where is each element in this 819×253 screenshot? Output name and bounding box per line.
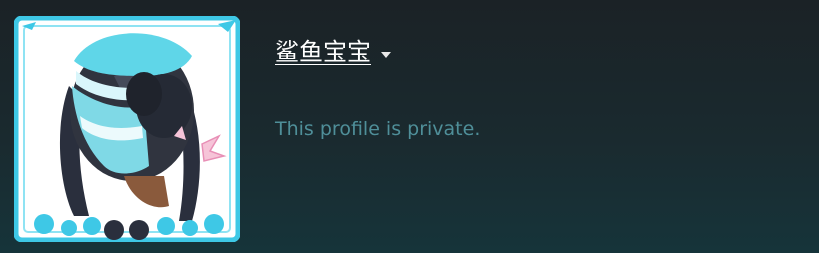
persona-name[interactable]: 鲨鱼宝宝 (275, 36, 371, 68)
profile-header: 鲨鱼宝宝 This profile is private. (0, 0, 819, 253)
private-profile-message: This profile is private. (275, 118, 481, 140)
profile-avatar[interactable] (14, 16, 240, 242)
avatar-image (14, 16, 240, 242)
persona-name-dropdown[interactable]: 鲨鱼宝宝 (275, 36, 391, 68)
caret-down-icon[interactable] (381, 52, 391, 58)
